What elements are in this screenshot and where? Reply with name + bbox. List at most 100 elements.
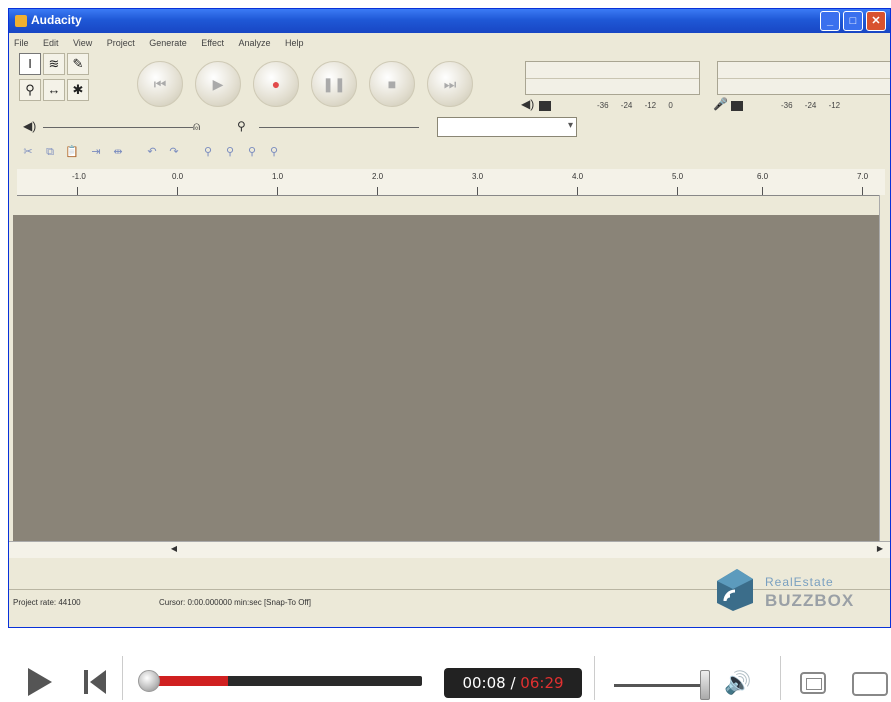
menu-file[interactable]: File [9,35,34,48]
input-source-select[interactable] [437,117,577,137]
stop-button[interactable]: ■ [369,61,415,107]
input-volume-icon: ⚲ [237,119,246,133]
time-total: 06:29 [520,674,564,692]
output-volume-icon: ◀) [23,119,37,133]
skip-to-end-button[interactable]: ⏭ [427,61,473,107]
draw-tool-icon[interactable]: ✎ [67,53,89,75]
recording-meter: 🎤 -36 -24 -12 [709,57,890,113]
zoom-in-icon[interactable]: ⚲ [199,143,217,161]
menu-help[interactable]: Help [280,35,309,48]
transport-toolbar: ⏮ ▶ ● ❚❚ ■ ⏭ [137,61,497,111]
scroll-right-icon[interactable]: ▶ [875,544,885,554]
zoom-tool-icon[interactable]: ⚲ [19,79,41,101]
progress-knob[interactable] [138,670,160,692]
buzzbox-logo-icon [717,569,753,611]
multi-tool-icon[interactable]: ✱ [67,79,89,101]
track-area[interactable] [13,215,879,541]
recording-meter-display [717,61,890,95]
envelope-tool-icon[interactable]: ≋ [43,53,65,75]
ruler-label: 7.0 [857,172,869,181]
minimize-button[interactable]: _ [820,11,840,31]
ruler-label: 2.0 [372,172,384,181]
play-icon[interactable] [28,668,52,696]
previous-icon[interactable] [80,668,110,696]
divider [594,656,595,700]
ruler-label: 4.0 [572,172,584,181]
ruler-tick [77,187,78,195]
window-title: Audacity [31,13,82,27]
watermark-bottom-text: BUZZBOX [765,591,855,610]
playback-meter: ◀) -36 -24 -12 0 [517,57,702,113]
ruler-tick [862,187,863,195]
fit-project-icon[interactable]: ⚲ [265,143,283,161]
recording-meter-dropdown[interactable] [731,101,743,111]
divider [122,656,123,700]
ruler-tick [277,187,278,195]
redo-icon[interactable]: ↷ [165,143,183,161]
ruler-tick [577,187,578,195]
playback-meter-display [525,61,700,95]
zoom-out-icon[interactable]: ⚲ [221,143,239,161]
mixer-toolbar: ◀) ⍝ ⚲ [19,117,579,139]
ruler-label: 3.0 [472,172,484,181]
ruler-tick [677,187,678,195]
menu-edit[interactable]: Edit [38,35,64,48]
silence-icon[interactable]: ⇹ [109,143,127,161]
project-rate-status[interactable]: Project rate: 44100 [13,598,81,607]
volume-knob[interactable] [700,670,710,700]
selection-tool-icon[interactable]: I [19,53,41,75]
audacity-app-icon [15,15,27,27]
trim-icon[interactable]: ⇥ [87,143,105,161]
video-progress-bar[interactable] [138,670,426,692]
time-current: 00:08 [462,674,506,692]
ruler-label: 6.0 [757,172,769,181]
copy-icon[interactable]: ⧉ [41,143,59,161]
tools-toolbar: I ≋ ✎ ⚲ ↔ ✱ [19,53,113,111]
paste-icon[interactable]: 📋 [63,143,81,161]
cursor-status: Cursor: 0:00.000000 min:sec [Snap-To Off… [159,598,311,607]
output-volume-slider[interactable] [43,127,193,128]
scroll-left-icon[interactable]: ◀ [169,544,179,554]
cut-icon[interactable]: ✂ [19,143,37,161]
title-bar[interactable]: Audacity _ □ ✕ [9,9,890,33]
fit-selection-icon[interactable]: ⚲ [243,143,261,161]
output-volume-knob-icon[interactable]: ⍝ [193,119,200,134]
close-button[interactable]: ✕ [866,11,886,31]
pause-button[interactable]: ❚❚ [311,61,357,107]
volume-slider[interactable] [614,684,704,687]
input-volume-slider[interactable] [259,127,419,128]
menu-generate[interactable]: Generate [144,35,192,48]
audacity-window: Audacity _ □ ✕ File Edit View Project Ge… [8,8,891,628]
horizontal-scrollbar[interactable]: ◀ ▶ [9,541,890,558]
ruler-label: 5.0 [672,172,684,181]
play-button[interactable]: ▶ [195,61,241,107]
playback-meter-dropdown[interactable] [539,101,551,111]
time-shift-tool-icon[interactable]: ↔ [43,79,65,101]
recording-meter-ticks: -36 -24 -12 [781,101,841,110]
vertical-scrollbar[interactable] [879,195,890,541]
ruler-tick [477,187,478,195]
watermark-top-text: RealEstate [765,575,834,589]
fullscreen-icon[interactable] [852,672,888,696]
speaker-icon[interactable]: 🔊 [724,670,751,696]
ruler-label: 1.0 [272,172,284,181]
menu-effect[interactable]: Effect [196,35,229,48]
ruler-label: 0.0 [172,172,184,181]
menu-bar: File Edit View Project Generate Effect A… [9,33,890,51]
ruler-tick [177,187,178,195]
menu-analyze[interactable]: Analyze [234,35,276,48]
undo-icon[interactable]: ↶ [143,143,161,161]
timeline-ruler[interactable]: -1.0 0.0 1.0 2.0 3.0 4.0 5.0 6.0 7.0 [17,169,885,196]
previous-icon-triangle [90,670,106,694]
video-player-controls: 00:08 / 06:29 🔊 [0,650,891,702]
maximize-button[interactable]: □ [843,11,863,31]
menu-view[interactable]: View [68,35,97,48]
edit-toolbar: ✂ ⧉ 📋 ⇥ ⇹ ↶ ↷ ⚲ ⚲ ⚲ ⚲ [19,141,419,165]
time-display: 00:08 / 06:29 [444,668,582,698]
ruler-label: -1.0 [72,172,86,181]
skip-to-start-button[interactable]: ⏮ [137,61,183,107]
record-button[interactable]: ● [253,61,299,107]
popout-icon[interactable] [800,672,826,694]
menu-project[interactable]: Project [102,35,140,48]
time-separator: / [505,674,521,692]
